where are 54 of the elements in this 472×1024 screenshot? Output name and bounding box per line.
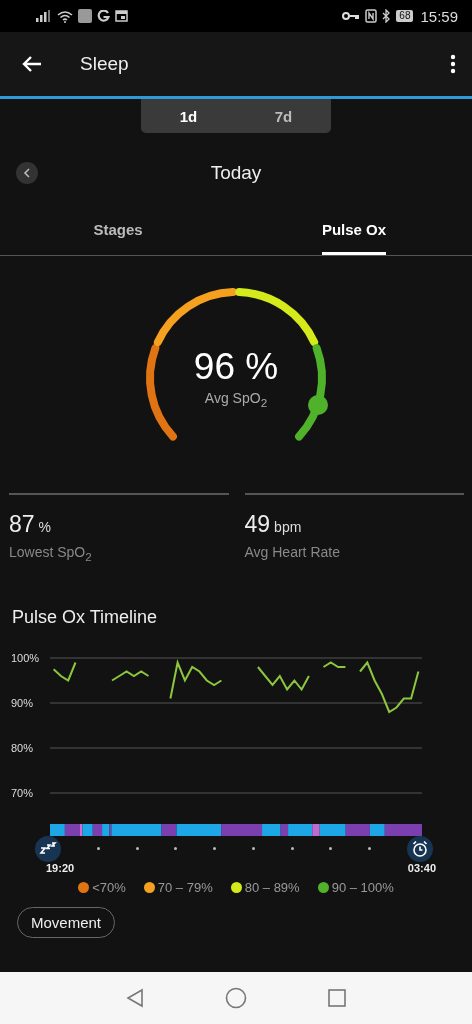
signal-icon: [36, 10, 52, 22]
tab[interactable]: Stages: [93, 213, 143, 255]
time-dot: [213, 847, 217, 851]
tab[interactable]: Pulse Ox: [321, 213, 387, 255]
avg-spo2-label: Avg SpO$_{2}$: [204, 390, 268, 409]
y-axis-label: 80%: [11, 741, 34, 754]
time-dot: [135, 847, 139, 851]
time-dot: [96, 847, 100, 851]
section-title: Pulse Ox Timeline: [12, 606, 159, 628]
time-dot: [368, 847, 372, 851]
stat-unit: bpm: [274, 519, 302, 535]
y-axis-label: 100%: [11, 651, 40, 664]
time-dot: [290, 847, 294, 851]
nfc-icon: [365, 9, 378, 23]
date-label: Today: [210, 162, 262, 184]
movement-button[interactable]: Movement: [17, 906, 116, 938]
legend-label: 70 – 79%: [157, 879, 213, 895]
y-axis-label: 90%: [11, 696, 34, 709]
window-icon: [115, 10, 128, 22]
stat-value: 49: [244, 511, 271, 538]
stat-unit: %: [38, 519, 52, 535]
screen-title: Sleep: [80, 53, 130, 75]
stat-label: Lowest SpO$_{2}$: [9, 544, 93, 563]
sleep-icon: [35, 835, 61, 862]
alarm-clock-icon: [406, 835, 433, 862]
legend-label: <70%: [92, 879, 126, 895]
more-options-icon[interactable]: [450, 54, 456, 74]
clock-time: 15:59: [420, 7, 458, 25]
stat-value: 87: [9, 511, 35, 538]
time-label: 03:40: [407, 861, 436, 874]
avg-spo2-value: 96 %: [193, 346, 279, 388]
time-dot: [251, 847, 255, 851]
gauge-marker: [306, 393, 329, 416]
battery-level: 68: [396, 10, 414, 22]
chevron-left-icon: [23, 168, 31, 178]
bluetooth-icon: [382, 9, 392, 23]
previous-day-button[interactable]: [16, 162, 38, 184]
home-circle-icon[interactable]: [225, 987, 247, 1009]
google-icon: [97, 9, 110, 23]
legend-label: 80 – 89%: [244, 879, 300, 895]
legend-label: 90 – 100%: [331, 879, 394, 895]
time-label: 19:20: [46, 861, 75, 874]
range-tab[interactable]: 1d: [141, 99, 236, 133]
app-icon: [78, 9, 92, 23]
time-dot: [329, 847, 333, 851]
time-dot: [174, 847, 178, 851]
y-axis-label: 70%: [11, 786, 34, 799]
stat-label: Avg Heart Rate: [244, 544, 341, 560]
key-icon: [342, 11, 361, 21]
range-tab[interactable]: 7d: [236, 99, 331, 133]
back-triangle-icon[interactable]: [125, 988, 145, 1008]
back-arrow-icon[interactable]: [22, 55, 42, 73]
recents-square-icon[interactable]: [327, 988, 347, 1008]
wifi-icon: [57, 9, 73, 23]
